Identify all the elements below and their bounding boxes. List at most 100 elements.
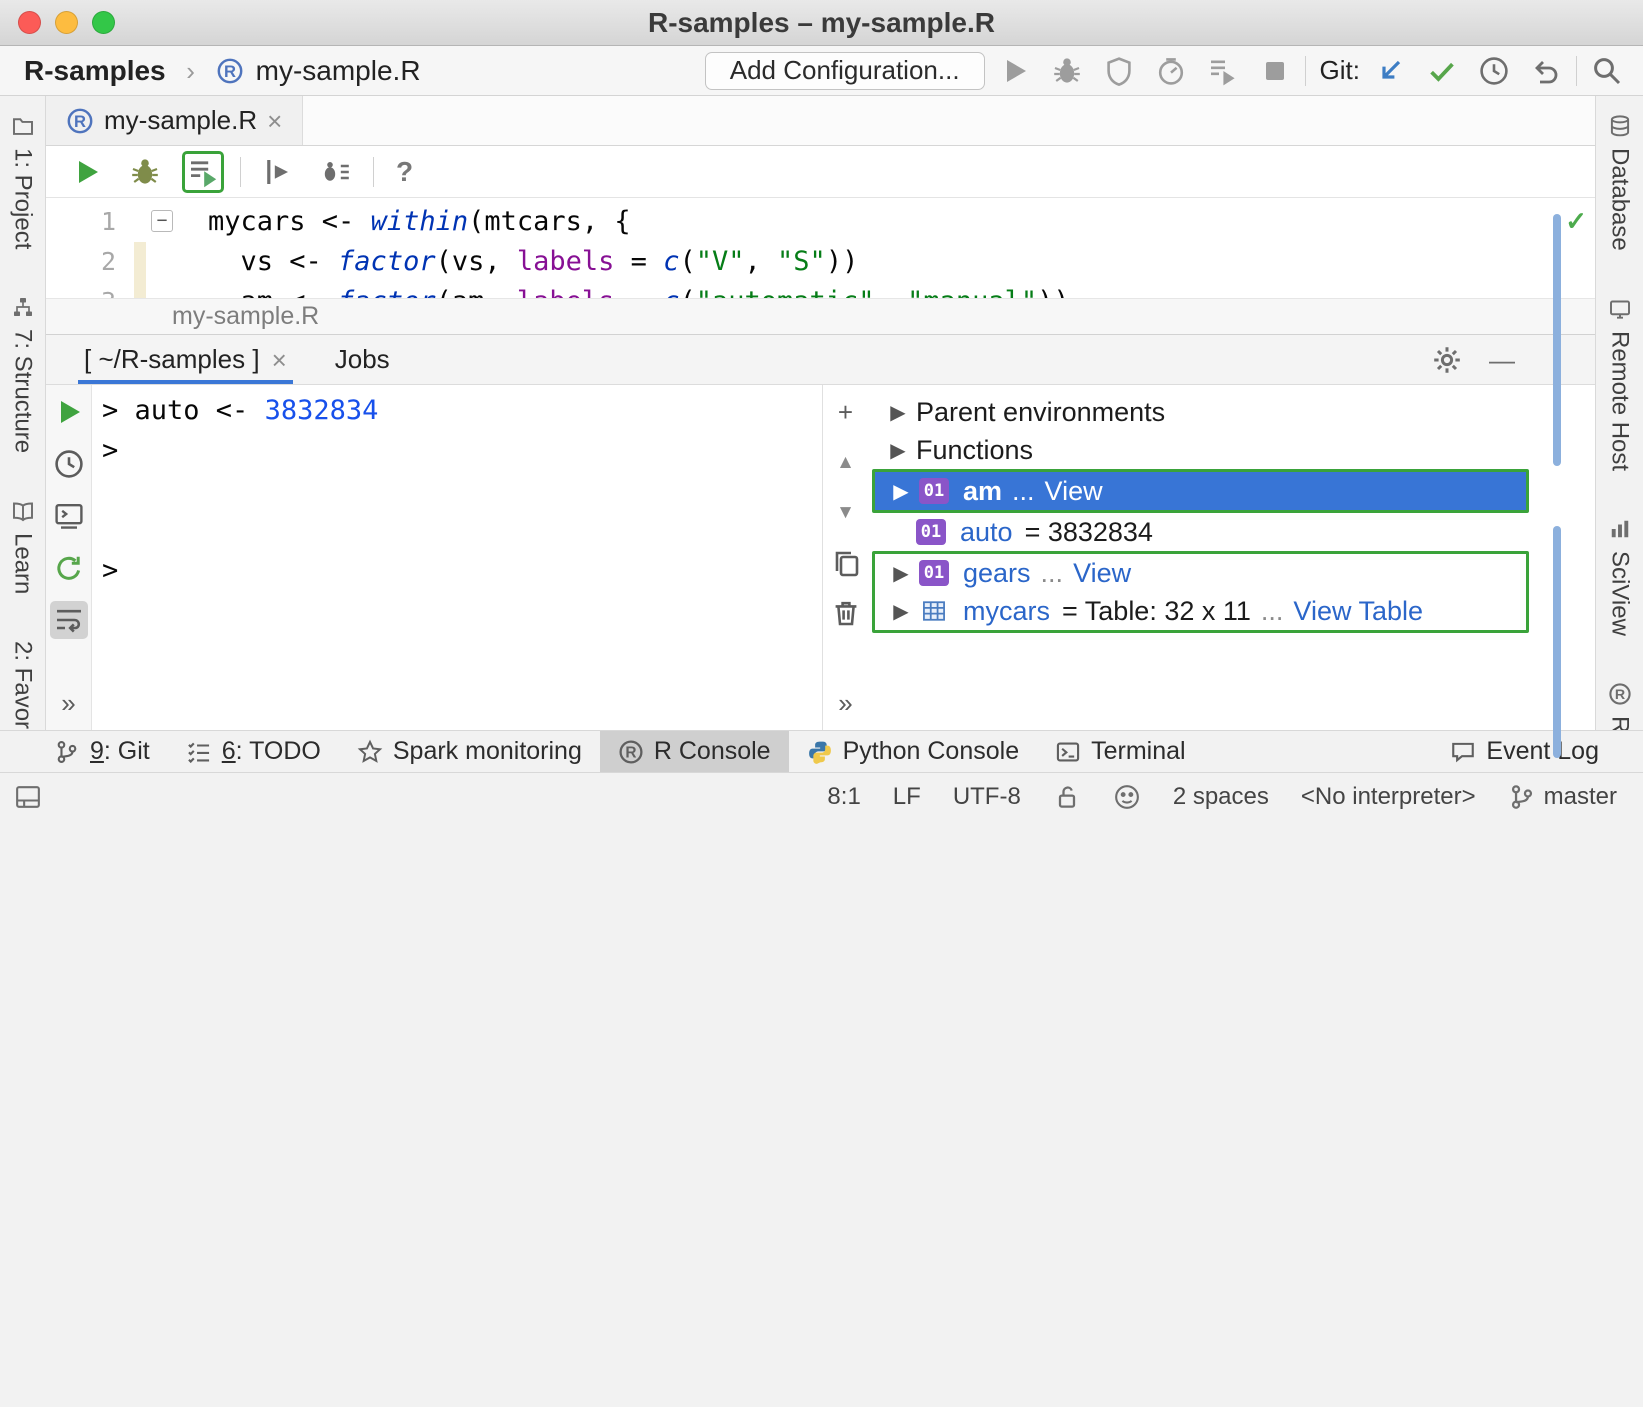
settings-gear-icon[interactable] [1431,344,1463,376]
debug-icon[interactable] [1051,55,1083,87]
view-link[interactable]: View [1073,558,1131,589]
vcs-scroll-mark[interactable] [1553,214,1561,466]
zoom-window-button[interactable] [92,11,115,34]
console-line[interactable]: > auto <- 3832834 [102,391,822,431]
env-group-row[interactable]: ▶Functions [872,431,1529,469]
tool-window-button-spark-monitoring[interactable]: Spark monitoring [339,731,600,772]
variable-name[interactable]: mycars [963,596,1050,627]
copy-icon[interactable] [830,546,862,578]
more-icon[interactable]: » [833,687,859,719]
interpreter-info[interactable]: <No interpreter> [1301,783,1476,811]
run-icon[interactable] [999,55,1031,87]
tool-stripe-button[interactable]: Learn [9,499,37,594]
tool-stripe-button[interactable]: Database [1606,114,1634,251]
ide-errors-icon[interactable] [1113,783,1141,811]
close-window-button[interactable] [18,11,41,34]
stop-icon[interactable] [1259,55,1291,87]
tool-window-button-6-todo[interactable]: 6: TODO [168,731,339,772]
variable-row-gears[interactable]: ▶01gears...View [875,554,1526,592]
console-line[interactable] [102,471,822,511]
edit-console-icon[interactable] [53,500,85,532]
close-icon[interactable]: × [267,108,282,134]
console-tab-r-samples[interactable]: [ ~/R-samples ] × [84,335,287,384]
env-group-row[interactable]: ▶Parent environments [872,393,1529,431]
variable-name[interactable]: am [963,476,1002,507]
tool-window-button-r-console[interactable]: RR Console [600,731,789,772]
tool-window-button-event-log[interactable]: Event Log [1432,731,1617,772]
view-link[interactable]: View Table [1293,596,1423,627]
lock-icon[interactable] [1053,783,1081,811]
add-watch-icon[interactable]: + [833,396,859,428]
variable-row-am[interactable]: ▶01am...View [875,472,1526,510]
tool-window-switcher-icon[interactable] [14,783,42,811]
tool-window-button-terminal[interactable]: Terminal [1037,731,1203,772]
debug-icon[interactable] [129,156,161,188]
execute-selection-icon[interactable] [187,156,219,188]
expand-arrow-icon[interactable]: ▶ [880,438,916,463]
console-output[interactable]: > auto <- 3832834>> [92,385,822,730]
console-line[interactable] [102,511,822,551]
scroll-up-icon[interactable]: ▲ [833,446,859,478]
commit-icon[interactable] [1426,55,1458,87]
breadcrumb-file-name[interactable]: my-sample.R [172,302,319,331]
console-line[interactable]: > [102,551,822,591]
search-icon[interactable] [1591,55,1623,87]
view-link[interactable]: View [1045,476,1103,507]
rollback-icon[interactable] [1530,55,1562,87]
help-button[interactable]: ? [396,156,413,188]
trash-icon[interactable] [830,596,862,628]
console-line[interactable]: > [102,431,822,471]
add-configuration-button[interactable]: Add Configuration... [705,52,985,90]
more-icon[interactable]: » [56,687,82,719]
console-tab-jobs[interactable]: Jobs [335,335,390,384]
tool-stripe-button[interactable]: Remote Host [1606,297,1634,471]
code-editor[interactable]: 1−mycars <- within(mtcars, {2 vs <- fact… [46,198,1549,298]
close-icon[interactable]: × [272,347,287,373]
debug-action-icon[interactable] [320,156,352,188]
expand-arrow-icon[interactable]: ▶ [883,599,919,624]
tool-stripe-button[interactable]: SciView [1606,517,1634,636]
expand-arrow-icon[interactable]: ▶ [880,400,916,425]
vcs-scroll-mark[interactable] [1553,526,1561,758]
code-line[interactable]: 2 vs <- factor(vs, labels = c("V", "S")) [46,242,1549,282]
expand-arrow-icon[interactable]: ▶ [883,479,919,504]
soft-wrap-button[interactable] [50,601,88,639]
variable-row-mycars[interactable]: ▶mycars= Table: 32 x 11...View Table [875,592,1526,630]
coverage-icon[interactable] [1103,55,1135,87]
run-icon[interactable] [71,156,103,188]
tool-window-button-python-console[interactable]: Python Console [789,731,1038,772]
file-encoding[interactable]: UTF-8 [953,783,1021,811]
fold-gutter[interactable]: − [146,202,182,242]
history-clock-icon[interactable] [1478,55,1510,87]
fold-start-icon[interactable]: − [151,210,173,232]
update-project-icon[interactable] [1374,55,1406,87]
minimize-icon[interactable]: — [1489,344,1515,376]
run-icon[interactable] [53,396,85,428]
editor-breadcrumb[interactable]: my-sample.R [46,298,1595,334]
git-branch-widget[interactable]: master [1508,783,1617,811]
history-clock-icon[interactable] [53,448,85,480]
tool-stripe-button[interactable]: 1: Project [9,114,37,249]
profiler-icon[interactable] [1155,55,1187,87]
variable-name[interactable]: auto [960,517,1013,548]
tool-stripe-button[interactable]: 7: Structure [9,295,37,453]
indent-info[interactable]: 2 spaces [1173,783,1269,811]
code-line[interactable]: 3 am <- factor(am, labels = c("automatic… [46,282,1549,298]
multirun-icon[interactable] [1207,55,1239,87]
tab-my-sample[interactable]: R my-sample.R × [46,96,303,145]
breadcrumb-file[interactable]: my-sample.R [256,55,421,87]
code-line[interactable]: 1−mycars <- within(mtcars, { [46,202,1549,242]
inspections-ok-icon[interactable]: ✓ [1565,206,1587,237]
run-to-cursor-icon[interactable] [262,156,294,188]
breadcrumb-project[interactable]: R-samples [24,55,166,87]
variable-row-auto[interactable]: ▶01auto= 3832834 [872,513,1529,551]
expand-arrow-icon[interactable]: ▶ [883,561,919,586]
minimize-window-button[interactable] [55,11,78,34]
run-actions-group [999,55,1291,87]
variable-name[interactable]: gears [963,558,1031,589]
scroll-down-icon[interactable]: ▼ [833,496,859,528]
caret-position[interactable]: 8:1 [827,783,860,811]
tool-window-button-9-git[interactable]: 9: Git [36,731,168,772]
line-separator[interactable]: LF [893,783,921,811]
restart-icon[interactable] [53,552,85,584]
